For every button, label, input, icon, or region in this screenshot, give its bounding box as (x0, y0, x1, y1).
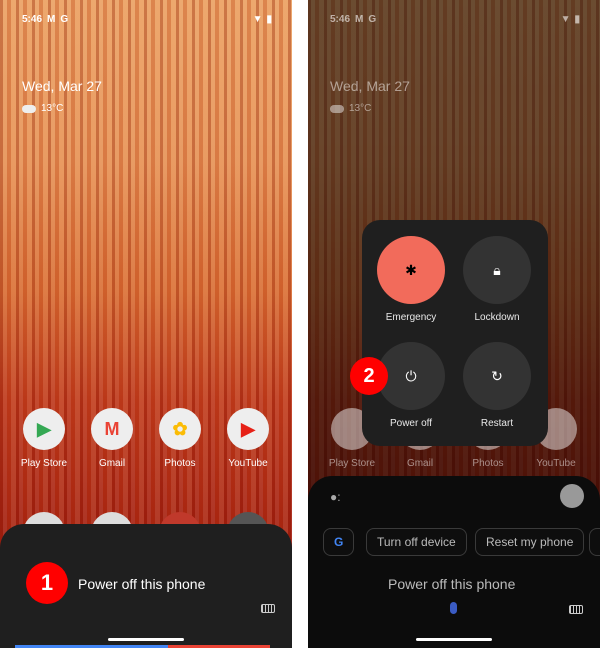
weather: 13°C (22, 103, 63, 114)
avatar[interactable] (560, 484, 584, 508)
nav-handle[interactable] (108, 638, 184, 641)
microphone-icon[interactable] (450, 602, 457, 614)
step-badge: 1 (26, 562, 68, 604)
app-play-store[interactable]: ▶ Play Store (16, 408, 72, 469)
assistant-panel: ●: (308, 476, 600, 648)
google-search-chip[interactable]: G (323, 528, 355, 556)
wifi-icon: ▼ (560, 13, 571, 25)
gmail-notification-icon: M (47, 13, 56, 25)
chip-reset-my-phone[interactable]: Reset my phone (475, 528, 585, 556)
gmail-icon: M (91, 408, 133, 450)
wifi-icon: ▼ (252, 13, 263, 25)
app-youtube[interactable]: ▶ YouTube (220, 408, 276, 469)
battery-icon: ▮ (266, 13, 272, 25)
gmail-notification-icon: M (355, 13, 364, 25)
google-icon: G (334, 535, 344, 549)
status-bar: 5:46 M G ▼ ▮ (22, 13, 272, 25)
keyboard-icon[interactable] (261, 604, 275, 613)
google-icon: G (60, 13, 69, 25)
lockdown-button[interactable]: 🔒︎ Lockdown (457, 236, 537, 323)
nav-handle[interactable] (416, 638, 492, 641)
emergency-button[interactable]: ✱ Emergency (371, 236, 451, 323)
restart-button[interactable]: ↻ Restart (457, 342, 537, 429)
chip-turn-off-device[interactable]: Turn off device (366, 528, 467, 556)
assistant-sheet: 1 Power off this phone (0, 524, 292, 648)
assistant-query: Power off this phone (388, 576, 516, 592)
keyboard-icon[interactable] (569, 605, 583, 614)
youtube-icon: ▶ (227, 408, 269, 450)
cloud-icon (22, 104, 36, 113)
step-badge: 2 (350, 357, 388, 395)
battery-icon: ▮ (574, 13, 580, 25)
asterisk-icon: ✱ (377, 236, 445, 304)
power-menu: ✱ Emergency 🔒︎ Lockdown ⏻ Power off ↻ Restar… (362, 220, 548, 446)
cloud-icon (330, 104, 344, 113)
google-icon: G (368, 13, 377, 25)
lock-icon: 🔒︎ (463, 236, 531, 304)
lockscreen-date: Wed, Mar 27 (22, 78, 102, 94)
photos-icon: ✿ (159, 408, 201, 450)
phone-left: 5:46 M G ▼ ▮ Wed, Mar 27 13°C ▶ Play Store MG… (0, 0, 292, 648)
app-photos[interactable]: ✿ Photos (152, 408, 208, 469)
restart-icon: ↻ (463, 342, 531, 410)
assistant-dots-icon: ●: (330, 490, 341, 504)
app-gmail[interactable]: M Gmail (84, 408, 140, 469)
assistant-query: Power off this phone (78, 576, 206, 592)
play-store-icon: ▶ (23, 408, 65, 450)
